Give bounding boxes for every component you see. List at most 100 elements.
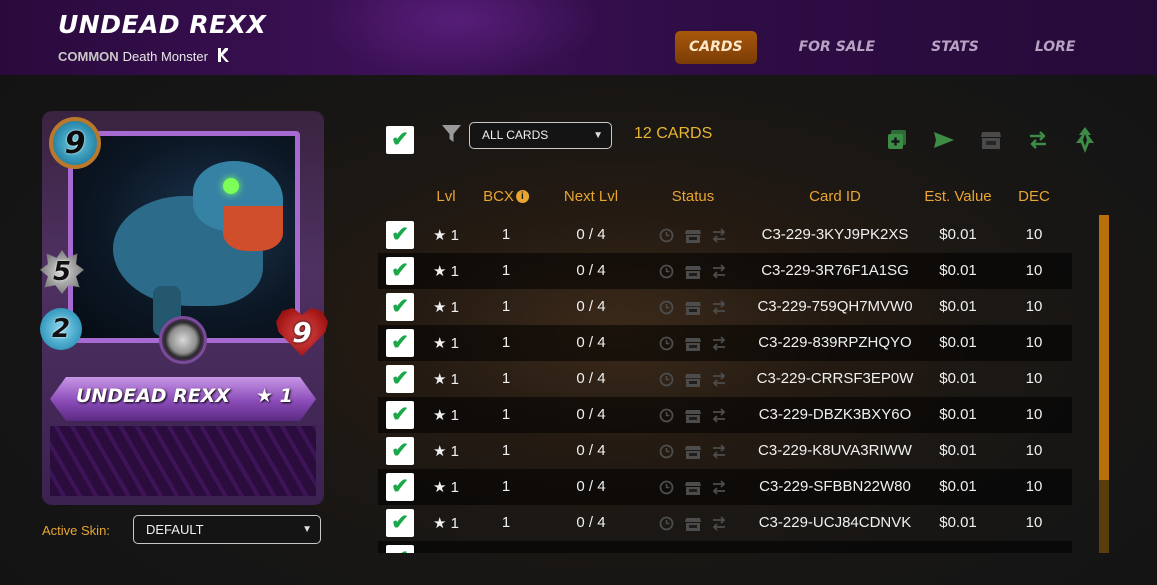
speed-badge: 2 <box>40 308 82 350</box>
table-row[interactable]: ✔ ★ 1 1 0 / 4 C3-229-CRRSF3EP0W $0.01 10 <box>378 361 1072 397</box>
clock-icon <box>658 371 675 388</box>
active-skin-label: Active Skin: <box>42 523 110 538</box>
cell-dec: 10 <box>1025 226 1043 243</box>
market-icon <box>684 479 701 496</box>
table-row[interactable]: ✔ ★ 1 1 0 / 4 C3-229-UCJ84CDNVK $0.01 10 <box>378 505 1072 541</box>
row-checkbox[interactable]: ✔ <box>386 257 414 285</box>
market-icon[interactable] <box>979 127 1003 153</box>
cell-lvl: ★ 1 <box>433 263 459 280</box>
card-count: 12 CARDS <box>634 125 713 142</box>
transfer-icon <box>710 443 727 460</box>
row-checkbox[interactable]: ✔ <box>386 509 414 537</box>
clock-icon <box>658 263 675 280</box>
table-row[interactable]: ✔ ★ 1 1 0 / 4 C3-229-K8UVA3RIWW $0.01 10 <box>378 433 1072 469</box>
cell-bcx: 1 <box>501 226 511 243</box>
cell-status <box>658 299 727 316</box>
cell-bcx: 1 <box>501 298 511 315</box>
card-title: UNDEAD REXX <box>58 10 267 39</box>
table-row[interactable]: ✔ <box>378 541 1072 553</box>
rarity-label: COMMON <box>58 48 119 64</box>
cell-status <box>658 335 727 352</box>
column-header-bcx: BCX i <box>483 188 529 205</box>
cell-lvl: ★ 1 <box>433 227 459 244</box>
cell-card-id[interactable]: C3-229-K8UVA3RIWW <box>758 442 912 459</box>
transfer-icon <box>710 227 727 244</box>
cell-est-value: $0.01 <box>939 514 977 531</box>
death-element-icon <box>159 316 207 364</box>
row-checkbox[interactable]: ✔ <box>386 437 414 465</box>
filter-icon[interactable] <box>441 123 462 144</box>
cell-bcx: 1 <box>501 262 511 279</box>
cell-card-id[interactable]: C3-229-SFBBN22W80 <box>759 478 911 495</box>
transfer-icon <box>710 407 727 424</box>
cell-card-id[interactable]: C3-229-3R76F1A1SG <box>761 262 909 279</box>
table-row[interactable]: ✔ ★ 1 1 0 / 4 C3-229-3R76F1A1SG $0.01 10 <box>378 253 1072 289</box>
tab-cards[interactable]: CARDS <box>675 31 757 64</box>
cell-bcx: 1 <box>501 442 511 459</box>
table-row[interactable]: ✔ ★ 1 1 0 / 4 C3-229-839RPZHQYO $0.01 10 <box>378 325 1072 361</box>
cell-card-id[interactable]: C3-229-CRRSF3EP0W <box>757 370 914 387</box>
column-header-bcx-label: BCX <box>483 188 514 205</box>
burn-icon[interactable] <box>1073 127 1097 153</box>
clock-icon <box>658 335 675 352</box>
row-checkbox[interactable]: ✔ <box>386 221 414 249</box>
table-row[interactable]: ✔ ★ 1 1 0 / 4 C3-229-SFBBN22W80 $0.01 10 <box>378 469 1072 505</box>
transfer-icon <box>710 299 727 316</box>
row-checkbox[interactable]: ✔ <box>386 329 414 357</box>
cell-dec: 10 <box>1025 478 1043 495</box>
cell-card-id[interactable]: C3-229-3KYJ9PK2XS <box>762 226 909 243</box>
row-checkbox[interactable]: ✔ <box>386 545 414 553</box>
tab-lore[interactable]: LORE <box>1021 31 1090 64</box>
info-icon[interactable]: i <box>515 190 529 203</box>
transfer-icon[interactable] <box>1026 127 1050 153</box>
cell-lvl: ★ 1 <box>433 407 459 424</box>
cell-status <box>658 407 727 424</box>
cell-card-id[interactable]: C3-229-UCJ84CDNVK <box>759 514 912 531</box>
cell-lvl: ★ 1 <box>433 515 459 532</box>
scrollbar-thumb[interactable] <box>1099 215 1109 480</box>
row-checkbox[interactable]: ✔ <box>386 401 414 429</box>
cell-status <box>658 371 727 388</box>
cell-bcx: 1 <box>501 478 511 495</box>
row-checkbox[interactable]: ✔ <box>386 293 414 321</box>
market-icon <box>684 299 701 316</box>
clock-icon <box>658 515 675 532</box>
tab-stats[interactable]: STATS <box>917 31 993 64</box>
cell-lvl: ★ 1 <box>433 299 459 316</box>
active-skin-value: DEFAULT <box>146 522 204 537</box>
cell-next-lvl: 0 / 4 <box>576 406 606 423</box>
transfer-icon <box>710 515 727 532</box>
page-header: UNDEAD REXX COMMON Death Monster CARDS F… <box>0 0 1157 80</box>
send-icon[interactable] <box>932 127 956 153</box>
cell-card-id[interactable]: C3-229-839RPZHQYO <box>758 334 911 351</box>
cell-dec: 10 <box>1025 298 1043 315</box>
card-image: UNDEAD REXX ★ 1 <box>42 111 324 505</box>
market-icon <box>684 227 701 244</box>
table-scrollbar[interactable] <box>1099 215 1109 553</box>
table-row[interactable]: ✔ ★ 1 1 0 / 4 C3-229-3KYJ9PK2XS $0.01 10 <box>378 217 1072 253</box>
clock-icon <box>658 227 675 244</box>
row-checkbox[interactable]: ✔ <box>386 365 414 393</box>
row-checkbox[interactable]: ✔ <box>386 473 414 501</box>
cell-next-lvl: 0 / 4 <box>576 514 606 531</box>
combine-icon[interactable] <box>885 127 909 153</box>
cell-card-id[interactable]: C3-229-759QH7MVW0 <box>757 298 912 315</box>
card-filter-select[interactable]: ALL CARDS ▼ <box>469 122 612 149</box>
select-all-checkbox[interactable]: ✔ <box>386 126 414 154</box>
clock-icon <box>658 479 675 496</box>
transfer-icon <box>710 371 727 388</box>
cell-est-value: $0.01 <box>939 262 977 279</box>
cell-bcx: 1 <box>501 334 511 351</box>
table-row[interactable]: ✔ ★ 1 1 0 / 4 C3-229-DBZK3BXY6O $0.01 10 <box>378 397 1072 433</box>
cell-lvl: ★ 1 <box>433 479 459 496</box>
cell-bcx: 1 <box>501 370 511 387</box>
card-banner-level: ★ 1 <box>256 385 293 407</box>
cell-status <box>658 263 727 280</box>
cell-status <box>658 227 727 244</box>
cell-card-id[interactable]: C3-229-DBZK3BXY6O <box>759 406 912 423</box>
active-skin-select[interactable]: DEFAULT ▼ <box>133 515 321 544</box>
table-row[interactable]: ✔ ★ 1 1 0 / 4 C3-229-759QH7MVW0 $0.01 10 <box>378 289 1072 325</box>
cell-est-value: $0.01 <box>939 298 977 315</box>
monster-mouth <box>223 206 283 251</box>
tab-for-sale[interactable]: FOR SALE <box>785 31 890 64</box>
